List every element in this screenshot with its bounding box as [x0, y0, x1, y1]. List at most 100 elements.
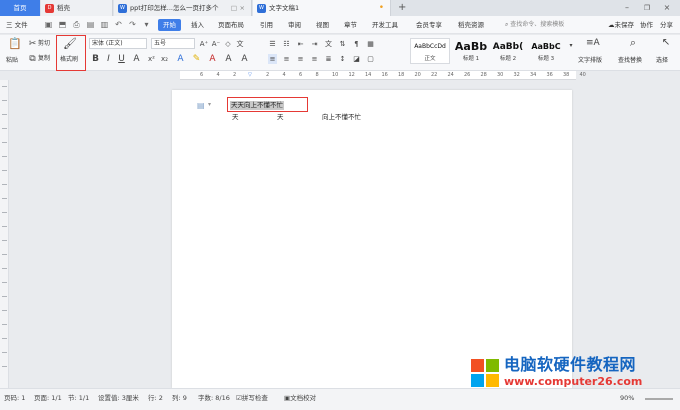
menu-start[interactable]: 开始 — [158, 19, 181, 31]
menu-view[interactable]: 视图 — [316, 19, 329, 31]
menu-review[interactable]: 审阅 — [288, 19, 301, 31]
styles-more-icon[interactable]: ▾ — [567, 41, 575, 51]
bold-icon[interactable]: B — [91, 54, 100, 64]
paragraph-handle-dropdown-icon[interactable]: ▾ — [208, 101, 211, 108]
clear-format-icon[interactable]: ◇ — [223, 39, 233, 49]
tab-home[interactable]: 首页 — [0, 0, 40, 16]
shading-icon[interactable]: ◪ — [352, 54, 361, 64]
tab-close-icon[interactable]: × — [240, 0, 245, 16]
tab-docer[interactable]: D 稻壳 — [41, 0, 113, 16]
collab-button[interactable]: 协作 — [640, 19, 653, 31]
menu-docer-resources[interactable]: 稻壳资源 — [458, 19, 484, 31]
menu-references[interactable]: 引用 — [260, 19, 273, 31]
bullet-list-icon[interactable]: ☰ — [268, 39, 277, 49]
borders-icon[interactable]: ▢ — [366, 54, 375, 64]
sort-icon[interactable]: ⇅ — [338, 39, 347, 49]
show-marks-icon[interactable]: ¶ — [352, 39, 361, 49]
file-menu[interactable]: 三 文件 — [6, 19, 28, 31]
font-name-select[interactable]: 宋体 (正文) — [89, 38, 147, 49]
style-heading-1[interactable]: AaBb 标题 1 — [451, 38, 491, 64]
strikethrough-icon[interactable]: A — [132, 54, 141, 64]
save-icon[interactable]: ▣ — [44, 20, 53, 29]
tab-restore-icon[interactable]: □ — [231, 0, 237, 16]
magnifier-icon[interactable]: ⌕ — [627, 37, 639, 48]
style-normal[interactable]: AaBbCcDd 正文 — [410, 38, 450, 64]
underline-icon[interactable]: U — [117, 54, 126, 64]
numbered-list-icon[interactable]: ☷ — [282, 39, 291, 49]
italic-icon[interactable]: I — [104, 54, 113, 64]
paste-label[interactable]: 粘贴 — [6, 57, 18, 65]
status-col[interactable]: 列: 9 — [172, 393, 187, 403]
command-search[interactable]: ⌕ 查找命令、搜索模板 — [505, 19, 625, 31]
print-icon[interactable]: ▤ — [86, 20, 95, 29]
char-shading-icon[interactable]: A — [240, 54, 249, 64]
document-page[interactable]: ▤ ▾ 天天向上不懂不忙 天 天 向上不懂不忙 — [172, 90, 572, 388]
paragraph-handle-icon[interactable]: ▤ — [197, 101, 205, 110]
tab-ppt-doc[interactable]: Wppt打印怎样...怎么一页打多个 □ × — [114, 0, 252, 16]
justify-icon[interactable]: ≡ — [310, 54, 319, 64]
select-label[interactable]: 选择 — [656, 57, 668, 65]
minimize-icon[interactable]: – — [620, 0, 634, 16]
shrink-font-icon[interactable]: A⁻ — [211, 39, 221, 49]
subscript-icon[interactable]: x₂ — [160, 54, 169, 64]
status-page-num[interactable]: 页码: 1 — [4, 393, 25, 403]
share-button[interactable]: 分享 — [660, 19, 673, 31]
find-replace-label[interactable]: 查找替换 — [618, 57, 642, 65]
close-window-icon[interactable]: × — [660, 0, 674, 16]
doc-text-col1[interactable]: 天 — [232, 113, 239, 122]
maximize-icon[interactable]: ❐ — [640, 0, 654, 16]
grow-font-icon[interactable]: A⁺ — [199, 39, 209, 49]
status-section[interactable]: 节: 1/1 — [68, 393, 89, 403]
zoom-level[interactable]: 90% — [620, 393, 634, 403]
open-icon[interactable]: ⬒ — [58, 20, 67, 29]
decrease-indent-icon[interactable]: ⇤ — [296, 39, 305, 49]
redo-icon[interactable]: ↷ — [128, 20, 137, 29]
cut-label[interactable]: 剪切 — [38, 40, 50, 48]
align-center-icon[interactable]: ≡ — [282, 54, 291, 64]
text-effect-icon[interactable]: A — [176, 54, 185, 64]
unsaved-status[interactable]: ☁未保存 — [608, 19, 634, 31]
phonetic-icon[interactable]: 文 — [235, 39, 245, 49]
menu-developer[interactable]: 开发工具 — [372, 19, 398, 31]
quick-access-more-icon[interactable]: ▾ — [142, 20, 151, 29]
doc-text-col2[interactable]: 天 — [277, 113, 284, 122]
status-page[interactable]: 页面: 1/1 — [34, 393, 62, 403]
increase-indent-icon[interactable]: ⇥ — [310, 39, 319, 49]
menu-chapter[interactable]: 章节 — [344, 19, 357, 31]
text-layout-icon[interactable]: ≡A — [586, 38, 600, 48]
undo-icon[interactable]: ↶ — [114, 20, 123, 29]
highlight-icon[interactable]: ✎ — [192, 54, 201, 64]
proofread-button[interactable]: ▣文档校对 — [284, 393, 316, 403]
superscript-icon[interactable]: x² — [147, 54, 156, 64]
status-setting[interactable]: 设置值: 3厘米 — [98, 393, 139, 403]
new-tab-button[interactable]: + — [398, 0, 412, 16]
export-pdf-icon[interactable]: ▥ — [100, 20, 109, 29]
zoom-slider[interactable] — [645, 398, 673, 400]
print-preview-icon[interactable]: ⎙ — [72, 20, 81, 29]
distribute-icon[interactable]: ≣ — [324, 54, 333, 64]
font-size-select[interactable]: 五号 — [151, 38, 195, 49]
font-color-icon[interactable]: A — [208, 54, 217, 64]
horizontal-ruler[interactable]: 6 4 2 2 4 6 8 10 12 14 16 18 20 22 24 26 28 30 32 34 36 38 40 ▽ — [180, 71, 586, 80]
copy-icon[interactable]: ⧉ — [28, 54, 37, 64]
style-heading-2[interactable]: AaBb( 标题 2 — [488, 38, 528, 64]
indent-marker-icon[interactable]: ▽ — [248, 71, 252, 80]
vertical-ruler[interactable] — [0, 80, 9, 388]
spellcheck-button[interactable]: ☑拼写检查 — [236, 393, 268, 403]
menu-page-layout[interactable]: 页面布局 — [218, 19, 244, 31]
line-spacing-icon[interactable]: ↕ — [338, 54, 347, 64]
scissors-icon[interactable]: ✂ — [28, 39, 37, 49]
menu-insert[interactable]: 插入 — [191, 19, 204, 31]
menu-member[interactable]: 会员专享 — [416, 19, 442, 31]
align-right-icon[interactable]: ≡ — [296, 54, 305, 64]
cursor-icon[interactable]: ↖ — [660, 38, 672, 48]
char-border-icon[interactable]: A — [224, 54, 233, 64]
status-words[interactable]: 字数: 8/16 — [198, 393, 230, 403]
copy-label[interactable]: 复制 — [38, 55, 50, 63]
status-row[interactable]: 行: 2 — [148, 393, 163, 403]
doc-text-col3[interactable]: 向上不懂不忙 — [322, 113, 361, 122]
style-heading-3[interactable]: AaBbC 标题 3 — [526, 38, 566, 64]
paste-icon[interactable]: 📋 — [8, 38, 22, 49]
chinese-layout-icon[interactable]: 文 — [324, 39, 333, 49]
text-layout-label[interactable]: 文字排版 — [578, 57, 602, 65]
